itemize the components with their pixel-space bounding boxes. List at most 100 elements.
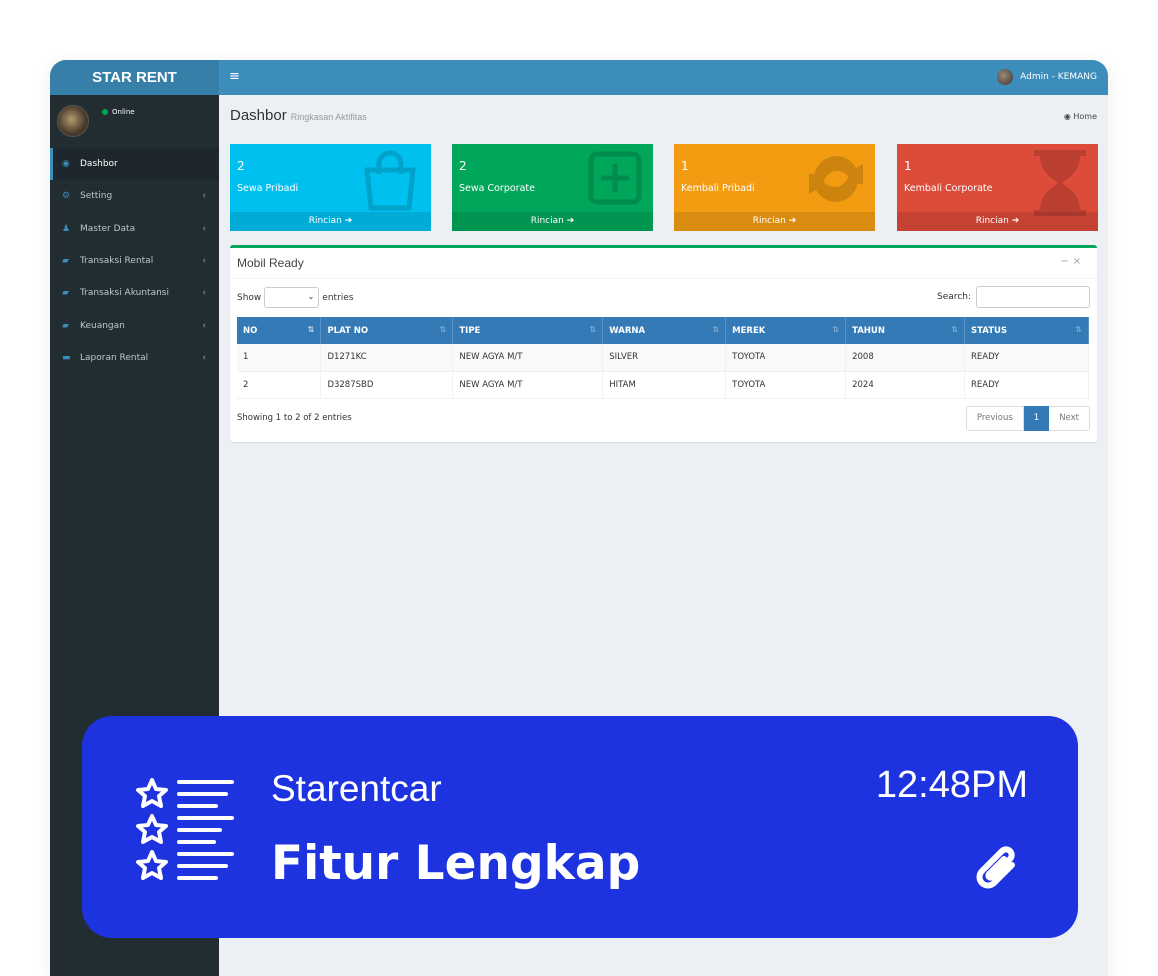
chevron-down-icon: ⌄ (307, 292, 315, 301)
arrow-circle-right-icon: ➔ (1011, 216, 1020, 226)
sidebar-item-master-data[interactable]: ♟ Master Data ‹ (50, 213, 219, 245)
arrow-circle-right-icon: ➔ (566, 216, 575, 226)
card-kembali-corporate: 1 Kembali Corporate Rincian ➔ (897, 144, 1098, 231)
box-tools: −× (1060, 256, 1085, 267)
page-subtitle: Ringkasan Aktifitas (290, 112, 367, 122)
card-detail-link[interactable]: Rincian ➔ (674, 212, 875, 231)
entries-length: Show ⌄ entries (237, 287, 354, 308)
table-cell: 2008 (845, 344, 966, 372)
arrow-circle-right-icon: ➔ (788, 216, 797, 226)
refresh-icon (807, 150, 865, 212)
hourglass-icon (1032, 150, 1088, 220)
column-header-tipe[interactable]: TIPE ⇅ (452, 317, 604, 344)
card-sewa-pribadi: 2 Sewa Pribadi Rincian ➔ (230, 144, 431, 231)
sidebar-item-transaksi-rental[interactable]: ▰ Transaksi Rental ‹ (50, 245, 219, 277)
online-dot-icon (102, 109, 108, 115)
user-menu[interactable]: Admin - KEMANG (997, 69, 1097, 85)
top-navbar: ≡ Admin - KEMANG (219, 60, 1108, 95)
table-cell: 2024 (845, 371, 966, 399)
user-panel: Online (50, 95, 219, 148)
sort-icon: ⇅ (712, 325, 720, 334)
sort-icon: ⇅ (1075, 325, 1082, 334)
banner-title: Fitur Lengkap (271, 836, 641, 891)
brand-name: Starentcar (271, 768, 442, 809)
table-header-row: NO ⇅ PLAT NO ⇅ TIPE ⇅ WARNA ⇅ MEREK ⇅ TAHUN ⇅ STATUS… (237, 317, 1089, 344)
plus-square-icon (587, 150, 643, 210)
menu-toggle-icon[interactable]: ≡ (229, 69, 240, 84)
card-label: Sewa Pribadi (237, 183, 299, 194)
paperclip-icon (976, 846, 1015, 889)
sort-icon: ⇅ (307, 325, 315, 334)
table-row[interactable]: 1 D1271KC NEW AGYA M/T SILVER TOYOTA 2008 READ… (237, 344, 1089, 372)
table-cell: READY (964, 344, 1089, 372)
feature-banner: Starentcar Fitur Lengkap 12:48PM (82, 716, 1078, 938)
table-cell: D1271KC (320, 344, 454, 372)
card-count: 1 (904, 159, 912, 173)
search-input[interactable] (976, 286, 1090, 308)
chevron-left-icon: ‹ (202, 223, 206, 234)
column-header-warna[interactable]: WARNA ⇅ (602, 317, 727, 344)
sidebar-item-label: Setting (80, 191, 113, 202)
card-detail-link[interactable]: Rincian ➔ (452, 212, 653, 231)
table-cell: 2 (237, 371, 322, 399)
column-header-no[interactable]: NO ⇅ (237, 317, 322, 344)
card-count: 2 (459, 159, 467, 173)
sidebar-item-setting[interactable]: ⚙ Setting ‹ (50, 180, 219, 212)
chevron-left-icon: ‹ (202, 256, 206, 267)
chevron-left-icon: ‹ (202, 288, 206, 299)
cogs-icon: ⚙ (62, 191, 71, 202)
table-info: Showing 1 to 2 of 2 entries (237, 413, 352, 423)
close-icon[interactable]: × (1073, 256, 1085, 267)
table-cell: HITAM (602, 371, 727, 399)
sidebar-item-label: Master Data (80, 223, 136, 234)
sidebar-item-dashbor[interactable]: ◉ Dashbor (50, 148, 219, 181)
table-cell: NEW AGYA M/T (452, 371, 604, 399)
sidebar-item-label: Transaksi Akuntansi (80, 288, 169, 299)
previous-button[interactable]: Previous (965, 406, 1024, 431)
card-count: 1 (681, 159, 689, 173)
box-title: Mobil Ready (237, 256, 304, 270)
users-icon: ♟ (62, 223, 71, 234)
sidebar-item-laporan-rental[interactable]: ▬ Laporan Rental ‹ (50, 342, 219, 374)
card-kembali-pribadi: 1 Kembali Pribadi Rincian ➔ (674, 144, 875, 231)
time-display: 12:48PM (875, 764, 1028, 806)
book-icon: ▰ (62, 320, 69, 331)
card-detail-link[interactable]: Rincian ➔ (230, 212, 431, 231)
column-header-tahun[interactable]: TAHUN ⇅ (845, 317, 966, 344)
book-icon: ▰ (62, 288, 69, 299)
user-name: Admin - KEMANG (1020, 72, 1097, 82)
column-header-merek[interactable]: MEREK ⇅ (725, 317, 847, 344)
table-cell: TOYOTA (725, 371, 847, 399)
card-label: Kembali Corporate (904, 183, 993, 194)
entries-select[interactable]: ⌄ (264, 287, 320, 308)
page-title: Dashbor Ringkasan Aktifitas (230, 107, 367, 124)
pagination: Previous 1 Next (965, 406, 1090, 431)
collapse-icon[interactable]: − (1060, 256, 1072, 267)
chevron-left-icon: ‹ (202, 191, 206, 202)
online-status: Online (102, 108, 135, 116)
table-row[interactable]: 2 D3287SBD NEW AGYA M/T HITAM TOYOTA 2024 READ… (237, 371, 1089, 399)
mobil-table: NO ⇅ PLAT NO ⇅ TIPE ⇅ WARNA ⇅ MEREK ⇅ TAHUN ⇅ STATUS… (237, 317, 1089, 399)
book-icon: ▰ (62, 256, 69, 267)
truck-icon: ▬ (62, 352, 71, 363)
column-header-status[interactable]: STATUS ⇅ (964, 317, 1089, 344)
column-header-plat-no[interactable]: PLAT NO ⇅ (320, 317, 454, 344)
sidebar-item-label: Keuangan (80, 320, 125, 331)
sidebar-item-keuangan[interactable]: ▰ Keuangan ‹ (50, 309, 219, 341)
divider (230, 278, 1097, 279)
app-logo[interactable]: STAR RENT (50, 60, 219, 95)
page-1-button[interactable]: 1 (1023, 406, 1050, 431)
card-label: Kembali Pribadi (681, 183, 755, 194)
breadcrumb[interactable]: ◉ Home (1064, 112, 1097, 121)
card-detail-link[interactable]: Rincian ➔ (897, 212, 1098, 231)
chevron-left-icon: ‹ (202, 320, 206, 331)
next-button[interactable]: Next (1049, 406, 1090, 431)
table-body: 1 D1271KC NEW AGYA M/T SILVER TOYOTA 2008 READ… (237, 344, 1089, 399)
user-avatar (997, 69, 1014, 85)
sort-icon: ⇅ (439, 325, 447, 334)
feature-list-icon (136, 778, 234, 880)
sidebar-menu: ◉ Dashbor ⚙ Setting ‹ ♟ Master Data ‹ ▰ Transaksi… (50, 148, 219, 374)
card-count: 2 (237, 159, 245, 173)
sidebar-item-label: Laporan Rental (80, 352, 149, 363)
sidebar-item-transaksi-akuntansi[interactable]: ▰ Transaksi Akuntansi ‹ (50, 277, 219, 309)
